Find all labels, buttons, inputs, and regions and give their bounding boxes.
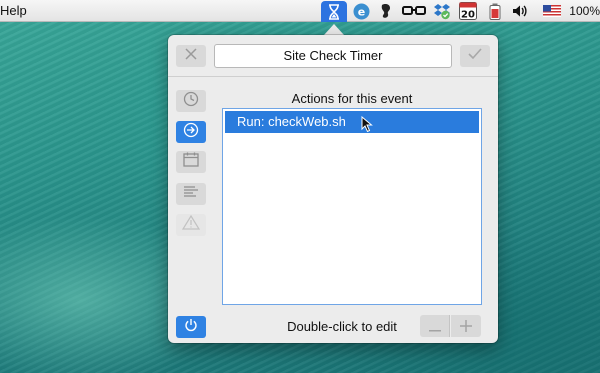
enable-toggle-button[interactable] [176,316,206,338]
calendar-icon [183,152,199,172]
minus-icon [428,316,441,337]
plus-icon [460,316,472,337]
actions-tab[interactable] [176,121,206,143]
menu-bar: Help e 20 100% [0,0,600,22]
sync-icon[interactable]: e [351,2,371,20]
glasses-icon[interactable] [400,2,428,20]
calendar-tab[interactable] [176,151,206,173]
flag-icon[interactable] [542,2,562,20]
actions-list[interactable]: Run: checkWeb.sh [222,108,482,305]
schedule-tab[interactable] [176,90,206,112]
dropbox-icon[interactable] [431,2,453,20]
notes-tab[interactable] [176,183,206,205]
close-icon [185,47,197,65]
battery-utility-icon[interactable] [485,2,505,20]
menu-help[interactable]: Help [0,3,27,18]
cancel-button[interactable] [176,45,206,67]
checkmark-icon [468,47,482,65]
event-title-field[interactable]: Site Check Timer [214,44,452,68]
remove-action-button[interactable] [420,315,450,337]
list-item[interactable]: Run: checkWeb.sh [225,111,479,133]
power-icon [184,318,198,337]
confirm-button[interactable] [460,45,490,67]
text-lines-icon [183,185,199,204]
calendar-icon[interactable]: 20 [458,2,478,20]
battery-percent: 100% [569,4,600,18]
actions-heading: Actions for this event [291,91,413,106]
popover-header: Site Check Timer [168,35,498,77]
action-label: Run: checkWeb.sh [237,114,346,129]
arrow-circle-icon [183,122,199,143]
clock-icon [183,91,199,112]
alert-tab[interactable] [176,214,206,236]
timer-popover: Site Check Timer Actions for this event [168,35,498,343]
svg-text:e: e [357,5,364,18]
calendar-day: 20 [461,10,475,21]
popover-arrow [324,24,344,35]
warning-icon [181,214,201,235]
hourglass-icon[interactable] [321,1,347,22]
evernote-icon[interactable] [377,2,395,20]
volume-icon[interactable] [510,2,530,20]
mouse-cursor-icon [361,115,373,140]
add-action-button[interactable] [451,315,481,337]
